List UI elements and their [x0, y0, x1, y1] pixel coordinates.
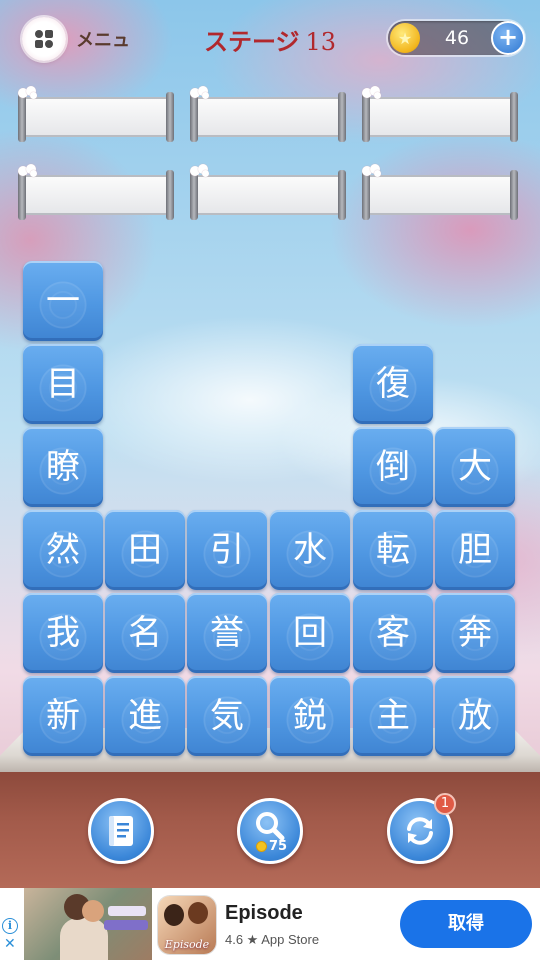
ad-info-icon[interactable]: i	[2, 918, 18, 934]
coin-mini-icon	[256, 841, 267, 852]
kanji-tile[interactable]: 進	[105, 676, 185, 756]
kanji-tile[interactable]: 一	[23, 261, 103, 341]
kanji-tile[interactable]: 我	[23, 593, 103, 673]
kanji-tile[interactable]: 水	[270, 510, 350, 590]
hint-button[interactable]: 75	[237, 798, 303, 864]
kanji-tile[interactable]: 放	[435, 676, 515, 756]
ad-image[interactable]	[24, 888, 152, 960]
kanji-tile[interactable]: 新	[23, 676, 103, 756]
kanji-tile[interactable]: 大	[435, 427, 515, 507]
kanji-tile[interactable]: 復	[353, 344, 433, 424]
kanji-tile[interactable]: 誉	[187, 593, 267, 673]
book-icon	[109, 816, 133, 846]
coin-count: 46	[444, 27, 470, 49]
kanji-tile[interactable]: 転	[353, 510, 433, 590]
ad-title: Episode	[225, 902, 303, 924]
kanji-tile[interactable]: 名	[105, 593, 185, 673]
stage-number: 13	[305, 28, 337, 56]
hint-cost: 75	[256, 839, 287, 854]
answer-slot	[18, 164, 174, 220]
ad-close-icon[interactable]: ✕	[4, 936, 16, 952]
kanji-tile[interactable]: 主	[353, 676, 433, 756]
ad-app-icon[interactable]: Episode	[158, 896, 216, 954]
add-coins-button[interactable]: +	[491, 21, 525, 55]
refresh-icon	[407, 817, 433, 845]
answer-slot	[362, 164, 518, 220]
coin-icon: ★	[390, 23, 420, 53]
coin-counter: ★ 46 +	[388, 21, 525, 55]
kanji-tile[interactable]: 気	[187, 676, 267, 756]
kanji-tile[interactable]: 引	[187, 510, 267, 590]
dictionary-button[interactable]	[88, 798, 154, 864]
kanji-tile[interactable]: 瞭	[23, 427, 103, 507]
ad-banner[interactable]: i ✕ Episode Episode 4.6 ★ App Store 取得	[0, 888, 540, 960]
ad-get-button[interactable]: 取得	[400, 900, 532, 948]
game-background: メニュ ステージ 13 ★ 46 + 一目瞭然我新田名進引誉気水回鋭復倒転客主大胆…	[0, 0, 540, 960]
answer-slot	[190, 164, 346, 220]
ad-app-icon-label: Episode	[164, 938, 210, 951]
kanji-tile[interactable]: 奔	[435, 593, 515, 673]
answer-slot	[190, 86, 346, 142]
magnifier-icon	[256, 812, 285, 841]
shuffle-count-badge: 1	[434, 793, 456, 815]
kanji-tile[interactable]: 回	[270, 593, 350, 673]
kanji-tile[interactable]: 鋭	[270, 676, 350, 756]
answer-slot	[18, 86, 174, 142]
stage-label: ステージ	[203, 27, 300, 56]
kanji-tile[interactable]: 胆	[435, 510, 515, 590]
kanji-tile[interactable]: 然	[23, 510, 103, 590]
kanji-tile[interactable]: 田	[105, 510, 185, 590]
kanji-tile[interactable]: 倒	[353, 427, 433, 507]
kanji-tile[interactable]: 客	[353, 593, 433, 673]
answer-slot	[362, 86, 518, 142]
hint-cost-value: 75	[269, 839, 288, 854]
shuffle-button[interactable]: 1	[387, 793, 456, 864]
kanji-tile[interactable]: 目	[23, 344, 103, 424]
ad-subtitle: 4.6 ★ App Store	[225, 932, 320, 947]
